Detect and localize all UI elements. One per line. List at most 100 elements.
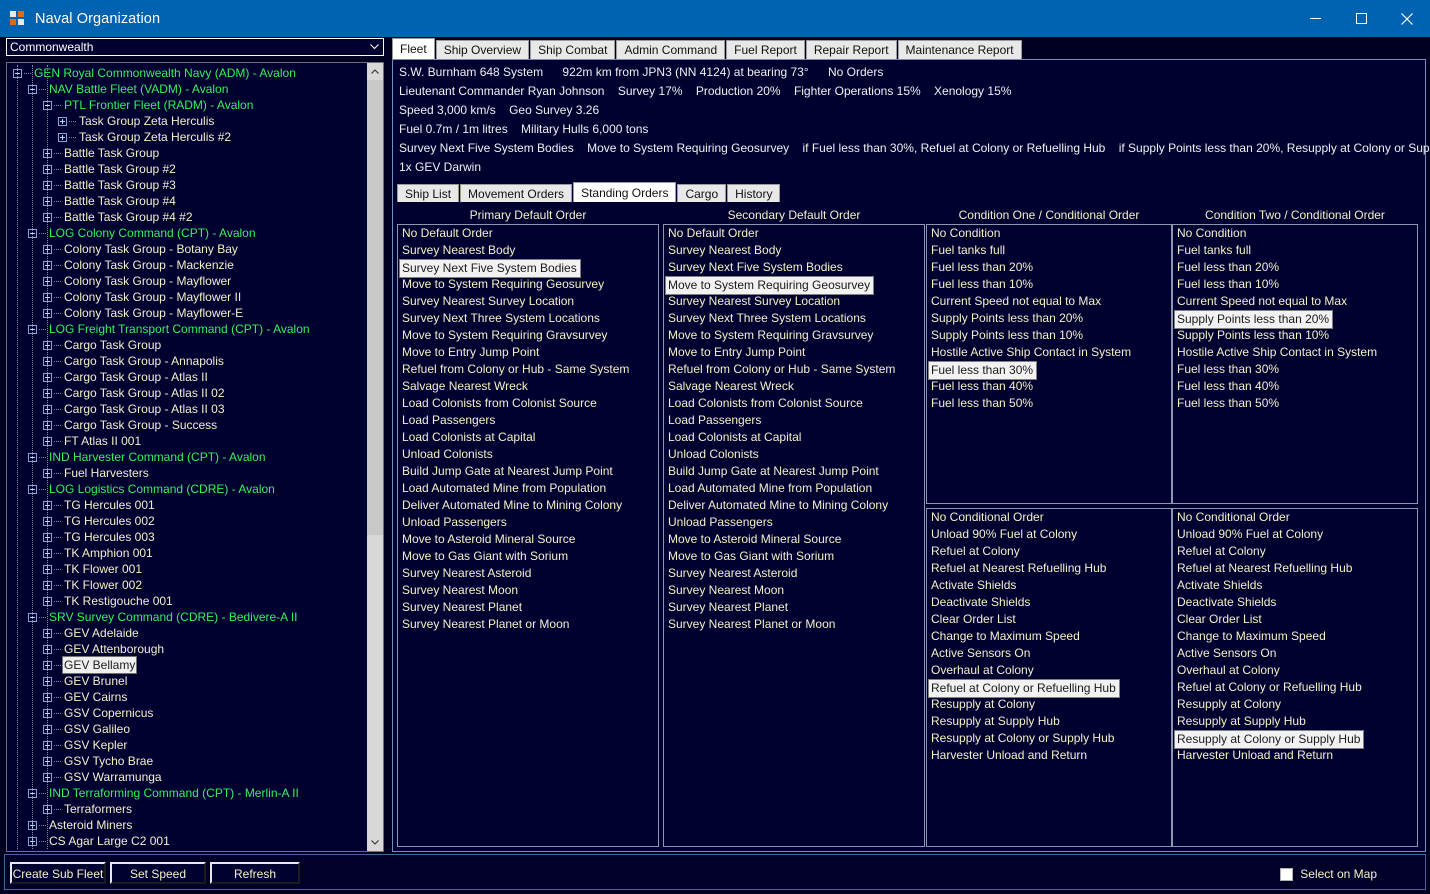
race-selector[interactable]: Commonwealth [6, 38, 384, 56]
primary-order-item[interactable]: Survey Nearest Body [398, 242, 658, 259]
condition-one-order-item[interactable]: Unload 90% Fuel at Colony [927, 526, 1171, 543]
tree-node[interactable]: TK Restigouche 001 [7, 593, 367, 609]
condition-one-item[interactable]: Supply Points less than 20% [927, 310, 1171, 327]
condition-two-item[interactable]: Fuel less than 50% [1173, 395, 1417, 412]
primary-order-item[interactable]: Salvage Nearest Wreck [398, 378, 658, 395]
tree-node[interactable]: TG Hercules 003 [7, 529, 367, 545]
condition-two-item[interactable]: Current Speed not equal to Max [1173, 293, 1417, 310]
close-icon[interactable] [1384, 0, 1430, 37]
condition-two-order-item[interactable]: Resupply at Colony [1173, 696, 1417, 713]
primary-order-item[interactable]: Unload Passengers [398, 514, 658, 531]
condition-two-order-item[interactable]: Harvester Unload and Return [1173, 747, 1417, 764]
secondary-order-item[interactable]: Survey Next Three System Locations [664, 310, 924, 327]
condition-one-order-item[interactable]: Clear Order List [927, 611, 1171, 628]
condition-one-item[interactable]: Fuel less than 10% [927, 276, 1171, 293]
condition-one-order-item[interactable]: Active Sensors On [927, 645, 1171, 662]
secondary-order-item-selected[interactable]: Move to System Requiring Geosurvey [664, 276, 875, 295]
secondary-order-item[interactable]: No Default Order [664, 225, 924, 242]
condition-one-order-item[interactable]: Deactivate Shields [927, 594, 1171, 611]
subtab-history[interactable]: History [727, 184, 781, 202]
tree-node[interactable]: GEV Adelaide [7, 625, 367, 641]
tree-node[interactable]: SRV Survey Command (CDRE) - Bedivere-A I… [7, 609, 367, 625]
chevron-down-icon[interactable] [366, 39, 383, 55]
condition-one-item[interactable]: Fuel less than 40% [927, 378, 1171, 395]
tree-node[interactable]: Battle Task Group #3 [7, 177, 367, 193]
subtab-cargo[interactable]: Cargo [677, 184, 727, 202]
tree-node[interactable]: Cargo Task Group - Atlas II [7, 369, 367, 385]
primary-order-item[interactable]: Move to Entry Jump Point [398, 344, 658, 361]
checkbox-box[interactable] [1280, 867, 1294, 881]
condition-two-order-item[interactable]: Change to Maximum Speed [1173, 628, 1417, 645]
tree-node[interactable]: Cargo Task Group - Atlas II 03 [7, 401, 367, 417]
condition-one-item[interactable]: Fuel less than 50% [927, 395, 1171, 412]
secondary-order-item[interactable]: Move to System Requiring Gravsurvey [664, 327, 924, 344]
secondary-order-item[interactable]: Deliver Automated Mine to Mining Colony [664, 497, 924, 514]
primary-order-item[interactable]: Load Passengers [398, 412, 658, 429]
tab-repair-report[interactable]: Repair Report [805, 40, 897, 59]
tree-node[interactable]: CS Agar Large C2 001 [7, 833, 367, 849]
condition-two-condition-list[interactable]: No Condition Fuel tanks full Fuel less tha… [1172, 224, 1418, 504]
condition-one-condition-list[interactable]: No Condition Fuel tanks full Fuel less tha… [926, 224, 1172, 504]
tree-node[interactable]: TG Hercules 001 [7, 497, 367, 513]
condition-two-item[interactable]: Fuel less than 30% [1173, 361, 1417, 378]
primary-order-item[interactable]: Refuel from Colony or Hub - Same System [398, 361, 658, 378]
condition-two-order-item[interactable]: Unload 90% Fuel at Colony [1173, 526, 1417, 543]
primary-order-item[interactable]: Load Colonists from Colonist Source [398, 395, 658, 412]
primary-order-item[interactable]: Survey Nearest Moon [398, 582, 658, 599]
condition-two-order-item[interactable]: Refuel at Nearest Refuelling Hub [1173, 560, 1417, 577]
tree-node[interactable]: TK Flower 002 [7, 577, 367, 593]
tree-node[interactable]: GSV Galileo [7, 721, 367, 737]
tree-node[interactable]: Battle Task Group #4 [7, 193, 367, 209]
expand-icon[interactable] [58, 132, 67, 142]
tree-node[interactable]: GSV Tycho Brae [7, 753, 367, 769]
minimize-icon[interactable] [1292, 0, 1338, 37]
condition-one-order-item[interactable]: Activate Shields [927, 577, 1171, 594]
secondary-order-item[interactable]: Survey Nearest Moon [664, 582, 924, 599]
tree-node[interactable]: GEV Attenborough [7, 641, 367, 657]
primary-default-order-list[interactable]: No Default Order Survey Nearest Body Surve… [397, 224, 659, 847]
tree-node[interactable]: Cargo Task Group - Atlas II 02 [7, 385, 367, 401]
tree-node[interactable]: GSV Copernicus [7, 705, 367, 721]
secondary-default-order-list[interactable]: No Default Order Survey Nearest Body Surve… [663, 224, 925, 847]
condition-one-item[interactable]: Current Speed not equal to Max [927, 293, 1171, 310]
tree-node[interactable]: TK Amphion 001 [7, 545, 367, 561]
tree-node[interactable]: GEV Cairns [7, 689, 367, 705]
condition-two-order-item[interactable]: Clear Order List [1173, 611, 1417, 628]
condition-two-order-item[interactable]: Refuel at Colony or Refuelling Hub [1173, 679, 1417, 696]
condition-two-item[interactable]: Fuel less than 20% [1173, 259, 1417, 276]
primary-order-item[interactable]: Survey Nearest Planet or Moon [398, 616, 658, 633]
scroll-down-button[interactable] [367, 834, 383, 851]
primary-order-item[interactable]: Build Jump Gate at Nearest Jump Point [398, 463, 658, 480]
tree-node[interactable]: Task Group Zeta Herculis #2 [7, 129, 367, 145]
primary-order-item[interactable]: Survey Nearest Planet [398, 599, 658, 616]
primary-order-item[interactable]: Survey Nearest Asteroid [398, 565, 658, 582]
tree-node[interactable]: IND Harvester Command (CPT) - Avalon [7, 449, 367, 465]
secondary-order-item[interactable]: Survey Next Five System Bodies [664, 259, 924, 276]
primary-order-item-selected[interactable]: Survey Next Five System Bodies [399, 259, 581, 278]
condition-two-order-item[interactable]: Overhaul at Colony [1173, 662, 1417, 679]
tab-fuel-report[interactable]: Fuel Report [726, 40, 805, 59]
tree-node[interactable]: Colony Task Group - Mayflower [7, 273, 367, 289]
tree-node[interactable]: Cargo Task Group [7, 337, 367, 353]
tree-node[interactable]: GSV Warramunga [7, 769, 367, 785]
secondary-order-item[interactable]: Load Automated Mine from Population [664, 480, 924, 497]
secondary-order-item[interactable]: Build Jump Gate at Nearest Jump Point [664, 463, 924, 480]
primary-order-item[interactable]: Unload Colonists [398, 446, 658, 463]
tree-node[interactable]: Fuel Harvesters [7, 465, 367, 481]
condition-one-order-item[interactable]: No Conditional Order [927, 509, 1171, 526]
tree-node[interactable]: LOG Freight Transport Command (CPT) - Av… [7, 321, 367, 337]
tree-node-selected[interactable]: GEV Bellamy [7, 656, 367, 674]
condition-one-order-item[interactable]: Refuel at Colony [927, 543, 1171, 560]
condition-two-item[interactable]: Hostile Active Ship Contact in System [1173, 344, 1417, 361]
primary-order-item[interactable]: Deliver Automated Mine to Mining Colony [398, 497, 658, 514]
condition-one-order-item-selected[interactable]: Refuel at Colony or Refuelling Hub [928, 679, 1120, 698]
tree-node[interactable]: Colony Task Group - Botany Bay [7, 241, 367, 257]
primary-order-item[interactable]: Load Colonists at Capital [398, 429, 658, 446]
condition-two-order-item[interactable]: Deactivate Shields [1173, 594, 1417, 611]
tree-node[interactable]: TG Hercules 002 [7, 513, 367, 529]
condition-one-order-item[interactable]: Harvester Unload and Return [927, 747, 1171, 764]
primary-order-item[interactable]: Move to Asteroid Mineral Source [398, 531, 658, 548]
fleet-subtabstrip[interactable]: Ship List Movement Orders Standing Orders C… [397, 182, 1417, 202]
secondary-order-item[interactable]: Survey Nearest Asteroid [664, 565, 924, 582]
tab-admin-command[interactable]: Admin Command [616, 40, 726, 59]
